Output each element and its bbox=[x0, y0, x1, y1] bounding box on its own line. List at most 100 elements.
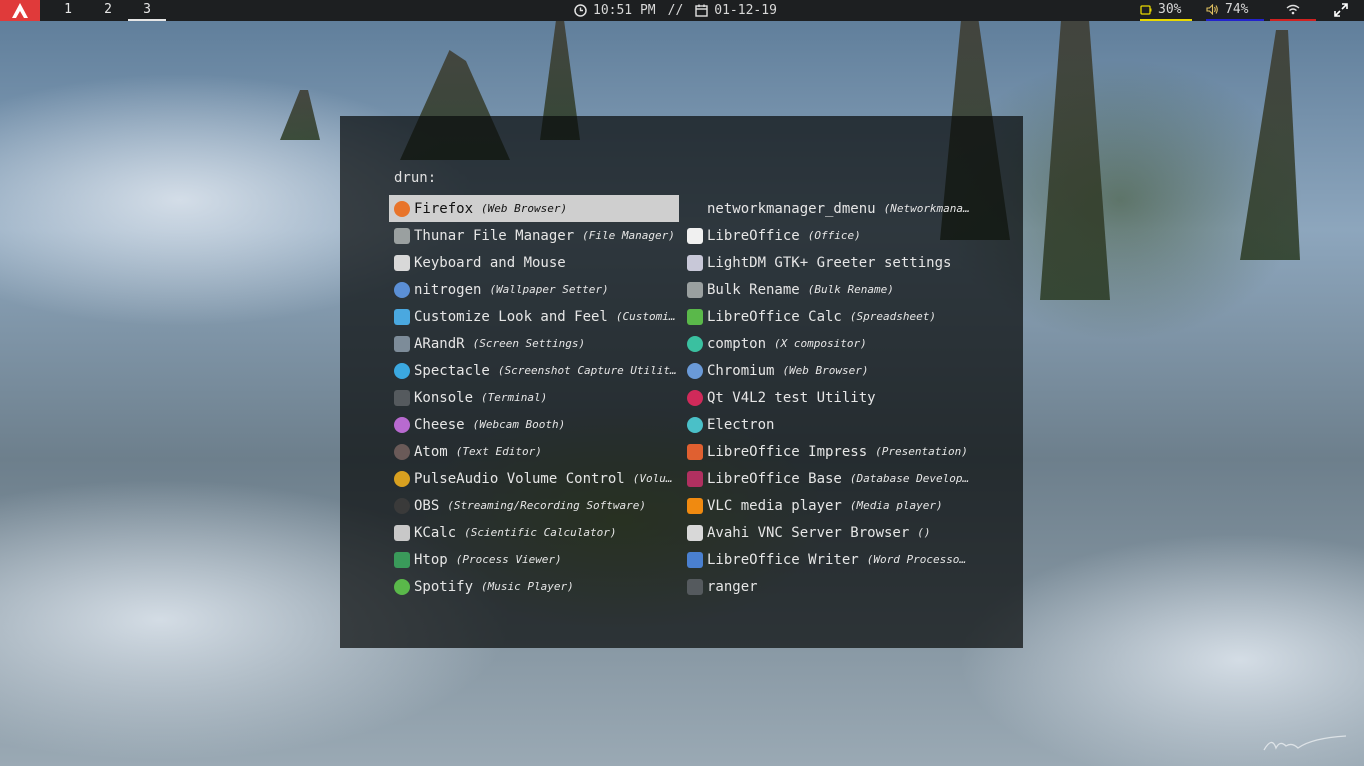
launcher-item-description: (Text Editor) bbox=[455, 445, 542, 458]
launcher-item[interactable]: LibreOffice Impress (Presentation) bbox=[682, 438, 972, 465]
camera-icon bbox=[394, 362, 410, 379]
launcher-item-description: (Presentation) bbox=[875, 445, 968, 458]
launcher-item-name: Qt V4L2 test Utility bbox=[707, 389, 876, 406]
artist-signature bbox=[1263, 735, 1347, 751]
launcher-column-left: Firefox (Web Browser) Thunar File Manager (… bbox=[389, 195, 681, 600]
launcher-item-description: (Screenshot Capture Utility) bbox=[497, 364, 679, 377]
launcher-item-description: (Database Development) bbox=[849, 472, 972, 485]
launcher-item-description: (Screen Settings) bbox=[472, 337, 586, 350]
launcher-item[interactable]: nitrogen (Wallpaper Setter) bbox=[389, 276, 679, 303]
launcher-item[interactable]: KCalc (Scientific Calculator) bbox=[389, 519, 679, 546]
launcher-item[interactable]: LibreOffice Writer (Word Processor) bbox=[682, 546, 972, 573]
menu-logo-button[interactable] bbox=[0, 0, 40, 21]
launcher-item[interactable]: VLC media player (Media player) bbox=[682, 492, 972, 519]
date-text: 01-12-19 bbox=[714, 2, 777, 18]
launcher-item-description: (Media player) bbox=[849, 499, 943, 512]
launcher-item[interactable]: Konsole (Terminal) bbox=[389, 384, 679, 411]
volume-percent: 74% bbox=[1225, 1, 1249, 17]
launcher-item-name: Thunar File Manager bbox=[414, 227, 575, 244]
wifi-icon bbox=[1286, 4, 1300, 15]
launcher-item-name: Customize Look and Feel bbox=[414, 308, 608, 325]
launcher-item[interactable]: Qt V4L2 test Utility bbox=[682, 384, 972, 411]
launcher-item-name: Cheese bbox=[414, 416, 465, 433]
spreadsheet-icon bbox=[687, 308, 703, 325]
fullscreen-icon[interactable] bbox=[1334, 3, 1348, 17]
battery-indicator[interactable]: 30% bbox=[1140, 0, 1192, 21]
launcher-item-name: Spotify bbox=[414, 578, 474, 595]
folder-icon bbox=[687, 281, 703, 298]
launcher-item[interactable]: networkmanager_dmenu (Networkmanager dmen… bbox=[682, 195, 972, 222]
launcher-item[interactable]: Firefox (Web Browser) bbox=[389, 195, 679, 222]
launcher-item[interactable]: LightDM GTK+ Greeter settings bbox=[682, 249, 972, 276]
launcher-item-name: OBS bbox=[414, 497, 440, 514]
battery-icon bbox=[1140, 4, 1152, 15]
launcher-item[interactable]: Atom (Text Editor) bbox=[389, 438, 679, 465]
launcher-item-name: ranger bbox=[707, 578, 758, 595]
background-spire bbox=[280, 90, 320, 140]
terminal-icon bbox=[394, 389, 410, 406]
folder-icon bbox=[394, 227, 410, 244]
launcher-item[interactable]: Avahi VNC Server Browser () bbox=[682, 519, 972, 546]
launcher-item[interactable]: LibreOffice Base (Database Development) bbox=[682, 465, 972, 492]
launcher-item-description: (Word Processor) bbox=[866, 553, 972, 566]
launcher-item-description: (Spreadsheet) bbox=[849, 310, 936, 323]
app-launcher: drun: Firefox (Web Browser) Thunar File Ma… bbox=[340, 116, 1023, 648]
launcher-item-description: (Office) bbox=[807, 229, 861, 242]
launcher-item[interactable]: Bulk Rename (Bulk Rename) bbox=[682, 276, 972, 303]
launcher-item-description: (Bulk Rename) bbox=[807, 283, 894, 296]
launcher-item-name: Konsole bbox=[414, 389, 474, 406]
launcher-item-name: Bulk Rename bbox=[707, 281, 800, 298]
launcher-item[interactable]: Keyboard and Mouse bbox=[389, 249, 679, 276]
webcam-icon bbox=[394, 416, 410, 433]
launcher-item-name: LibreOffice Base bbox=[707, 470, 842, 487]
wifi-indicator[interactable] bbox=[1270, 0, 1316, 21]
appearance-icon bbox=[394, 308, 410, 325]
launcher-item-name: Htop bbox=[414, 551, 448, 568]
volume-icon bbox=[1206, 4, 1218, 15]
launcher-item-description: (X compositor) bbox=[774, 337, 867, 350]
launcher-item-description: (File Manager) bbox=[582, 229, 675, 242]
gear-icon bbox=[687, 335, 703, 352]
calculator-icon bbox=[394, 524, 410, 541]
launcher-item-description: (Web Browser) bbox=[481, 202, 568, 215]
top-panel: 1 2 3 10:51 PM // 01-12-19 30% 74% bbox=[0, 0, 1364, 21]
launcher-item[interactable]: PulseAudio Volume Control (Volume Control… bbox=[389, 465, 679, 492]
launcher-item[interactable]: Thunar File Manager (File Manager) bbox=[389, 222, 679, 249]
workspace-2[interactable]: 2 bbox=[89, 0, 127, 21]
launcher-item-name: nitrogen bbox=[414, 281, 482, 298]
qt-icon bbox=[687, 389, 703, 406]
writer-icon bbox=[687, 551, 703, 568]
launcher-item[interactable]: compton (X compositor) bbox=[682, 330, 972, 357]
launcher-item-name: VLC media player bbox=[707, 497, 842, 514]
launcher-item[interactable]: Htop (Process Viewer) bbox=[389, 546, 679, 573]
workspace-1[interactable]: 1 bbox=[49, 0, 87, 21]
launcher-item[interactable]: Cheese (Webcam Booth) bbox=[389, 411, 679, 438]
launcher-item-name: LibreOffice Impress bbox=[707, 443, 868, 460]
launcher-item-name: Spectacle bbox=[414, 362, 490, 379]
launcher-item[interactable]: Customize Look and Feel (Customize Look a… bbox=[389, 303, 679, 330]
launcher-prompt[interactable]: drun: bbox=[394, 170, 436, 186]
launcher-item[interactable]: ranger bbox=[682, 573, 972, 600]
launcher-item[interactable]: Spotify (Music Player) bbox=[389, 573, 679, 600]
launcher-item[interactable]: Chromium (Web Browser) bbox=[682, 357, 972, 384]
launcher-item[interactable]: OBS (Streaming/Recording Software) bbox=[389, 492, 679, 519]
launcher-item-description: (Web Browser) bbox=[782, 364, 869, 377]
launcher-item[interactable]: LibreOffice Calc (Spreadsheet) bbox=[682, 303, 972, 330]
launcher-item-name: KCalc bbox=[414, 524, 457, 541]
launcher-item[interactable]: Spectacle (Screenshot Capture Utility) bbox=[389, 357, 679, 384]
time-text: 10:51 PM bbox=[593, 2, 656, 18]
launcher-item[interactable]: ARandR (Screen Settings) bbox=[389, 330, 679, 357]
launcher-item-description: (Music Player) bbox=[481, 580, 574, 593]
launcher-item[interactable]: LibreOffice (Office) bbox=[682, 222, 972, 249]
workspace-3[interactable]: 3 bbox=[128, 0, 166, 21]
document-icon bbox=[687, 227, 703, 244]
launcher-item-name: Electron bbox=[707, 416, 775, 433]
keyboard-icon bbox=[394, 254, 410, 271]
arch-logo-icon bbox=[12, 3, 28, 18]
launcher-item-name: LibreOffice bbox=[707, 227, 800, 244]
spotify-icon bbox=[394, 578, 410, 595]
launcher-item-name: PulseAudio Volume Control bbox=[414, 470, 625, 487]
launcher-item[interactable]: Electron bbox=[682, 411, 972, 438]
volume-indicator[interactable]: 74% bbox=[1206, 0, 1264, 21]
launcher-item-name: Avahi VNC Server Browser bbox=[707, 524, 910, 541]
